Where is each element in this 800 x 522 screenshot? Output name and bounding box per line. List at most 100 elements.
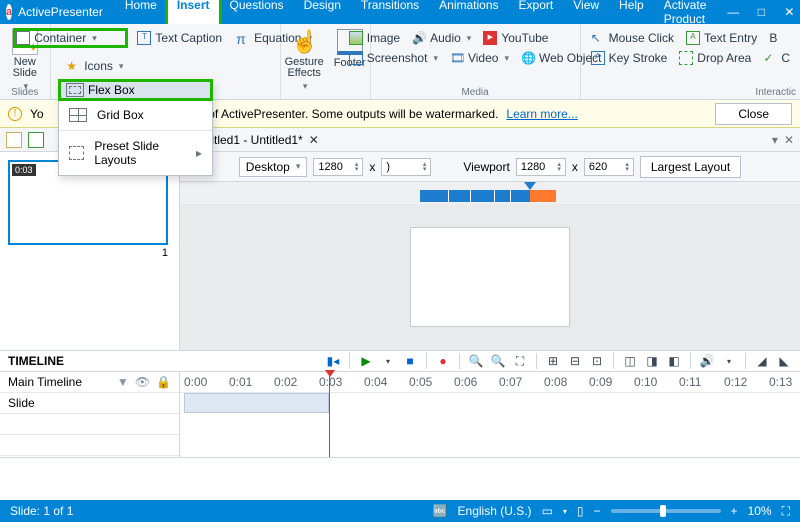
- tl-tool-5-icon[interactable]: ◨: [644, 353, 660, 369]
- minimize-button[interactable]: —: [726, 5, 740, 19]
- youtube-button[interactable]: ▶YouTube: [479, 29, 552, 47]
- zoom-fit-icon[interactable]: ⛶: [512, 353, 528, 369]
- play-icon[interactable]: ▶: [358, 353, 374, 369]
- timeline-ruler[interactable]: 0:00 0:01 0:02 0:03 0:04 0:05 0:06 0:07 …: [180, 372, 800, 393]
- vol-menu-icon[interactable]: ▾: [721, 353, 737, 369]
- zoom-thumb[interactable]: [660, 505, 666, 517]
- zoom-value[interactable]: 10%: [748, 504, 772, 518]
- tl-tool-4-icon[interactable]: ◫: [622, 353, 638, 369]
- close-window-button[interactable]: ✕: [782, 5, 796, 19]
- breakpoint-ruler[interactable]: [180, 182, 800, 204]
- maximize-button[interactable]: □: [754, 5, 768, 19]
- b-button[interactable]: B: [765, 29, 781, 47]
- pi-icon: π: [236, 31, 250, 45]
- app-logo-icon: a: [6, 4, 12, 20]
- video-button[interactable]: 🎞Video: [446, 49, 513, 67]
- panel-close-icon[interactable]: ✕: [784, 133, 794, 147]
- zoom-out-btn[interactable]: −: [594, 504, 601, 518]
- record-icon[interactable]: ●: [435, 353, 451, 369]
- slides-section-label: Slides: [0, 87, 50, 98]
- info-text: on of ActivePresenter. Some outputs will…: [192, 107, 499, 121]
- volume-icon[interactable]: 🔊: [699, 353, 715, 369]
- preset-layouts-item[interactable]: Preset Slide Layouts: [59, 131, 212, 175]
- tl-tool-7-icon[interactable]: ◢: [754, 353, 770, 369]
- lock-icon[interactable]: 🔒: [156, 375, 171, 389]
- zoom-out-icon[interactable]: 🔍: [490, 353, 506, 369]
- timeline-tracks: Main Timeline ▼ 👁 🔒 Slide: [0, 372, 180, 457]
- fit-screen-icon[interactable]: ⛶: [782, 504, 790, 519]
- device-select[interactable]: Desktop: [239, 157, 308, 177]
- work-area: 0:03 1 Desktop ▴▾ x ▴▾ Viewport ▴▾ x ▴▾ …: [0, 152, 800, 350]
- stop-icon[interactable]: ■: [402, 353, 418, 369]
- document-tab[interactable]: titled1 - Untitled1* ✕: [200, 130, 327, 150]
- skip-start-icon[interactable]: ▮◂: [325, 353, 341, 369]
- height-input[interactable]: ▴▾: [381, 158, 431, 176]
- tl-tool-6-icon[interactable]: ◧: [666, 353, 682, 369]
- zoom-in-btn[interactable]: +: [731, 504, 738, 518]
- zoom-in-icon[interactable]: 🔍: [468, 353, 484, 369]
- drop-area-icon: [679, 51, 693, 65]
- slide-track-row[interactable]: Slide: [0, 393, 179, 414]
- zoom-slider[interactable]: [611, 509, 721, 513]
- tl-tool-3-icon[interactable]: ⊡: [589, 353, 605, 369]
- c-button[interactable]: ✓C: [759, 49, 794, 67]
- slide-box[interactable]: [410, 227, 570, 327]
- layout-2-icon[interactable]: ▯: [577, 504, 584, 518]
- panel-menu-icon[interactable]: ▾: [772, 133, 778, 147]
- doc-icon-1[interactable]: [6, 132, 22, 148]
- window-controls: — □ ✕: [726, 5, 796, 19]
- viewport-label: Viewport: [463, 160, 509, 174]
- vp-height-input[interactable]: ▴▾: [584, 158, 634, 176]
- layout-menu-icon[interactable]: ▾: [563, 507, 567, 516]
- icons-button[interactable]: ★Icons: [62, 57, 127, 75]
- flex-box-item[interactable]: Flex Box: [59, 80, 212, 100]
- tl-tool-1-icon[interactable]: ⊞: [545, 353, 561, 369]
- lang-icon[interactable]: 🔤: [433, 504, 448, 518]
- media-section-label: Media: [371, 87, 580, 98]
- screenshot-button[interactable]: Screenshot: [345, 49, 442, 67]
- info-close-button[interactable]: Close: [715, 103, 792, 125]
- doc-icon-2[interactable]: [28, 132, 44, 148]
- text-entry-button[interactable]: AText Entry: [682, 29, 761, 47]
- audio-button[interactable]: 🔊Audio: [408, 29, 475, 47]
- language-label[interactable]: English (U.S.): [458, 504, 532, 518]
- timeline-body: Main Timeline ▼ 👁 🔒 Slide 0:00 0:01 0:02…: [0, 372, 800, 458]
- timeline-canvas[interactable]: 0:00 0:01 0:02 0:03 0:04 0:05 0:06 0:07 …: [180, 372, 800, 457]
- learn-more-link[interactable]: Learn more...: [506, 107, 577, 121]
- play-menu-icon[interactable]: ▾: [380, 353, 396, 369]
- app-title: ActivePresenter: [18, 5, 103, 19]
- image-icon: [349, 31, 363, 45]
- canvas[interactable]: [180, 204, 800, 350]
- gesture-effects-button[interactable]: ☝ Gesture Effects: [281, 27, 328, 94]
- drop-area-button[interactable]: Drop Area: [675, 49, 755, 67]
- ribbon: ✦ New Slide Slides Container ★Icons TTex…: [0, 24, 800, 100]
- layout-1-icon[interactable]: ▭: [542, 504, 553, 518]
- mouse-click-button[interactable]: ↖Mouse Click: [587, 29, 678, 47]
- star-icon: ★: [66, 59, 80, 73]
- chevron-down-icon[interactable]: ▼: [117, 375, 129, 389]
- tl-tool-8-icon[interactable]: ◣: [776, 353, 792, 369]
- interactions-section-label: Interactic: [581, 87, 800, 98]
- main-timeline-row[interactable]: Main Timeline ▼ 👁 🔒: [0, 372, 179, 393]
- text-caption-button[interactable]: TText Caption: [133, 29, 226, 47]
- ruler-pointer-icon[interactable]: [524, 182, 536, 190]
- close-doc-icon[interactable]: ✕: [309, 133, 319, 147]
- container-dropdown: Flex Box Grid Box Preset Slide Layouts: [58, 79, 213, 176]
- key-stroke-button[interactable]: AKey Stroke: [587, 49, 672, 67]
- tl-tool-2-icon[interactable]: ⊟: [567, 353, 583, 369]
- keystroke-icon: A: [591, 51, 605, 65]
- width-input[interactable]: ▴▾: [313, 158, 363, 176]
- image-button[interactable]: Image: [345, 29, 404, 47]
- thumb-number: 1: [8, 247, 168, 259]
- warning-icon: !: [8, 107, 22, 121]
- playhead[interactable]: [329, 372, 330, 457]
- timeline-header: TIMELINE ▮◂ ▶ ▾ ■ ● 🔍 🔍 ⛶ ⊞ ⊟ ⊡ ◫ ◨ ◧ 🔊 …: [0, 350, 800, 372]
- container-button[interactable]: Container: [14, 29, 127, 47]
- vp-width-input[interactable]: ▴▾: [516, 158, 566, 176]
- largest-layout-button[interactable]: Largest Layout: [640, 156, 741, 178]
- grid-box-item[interactable]: Grid Box: [59, 100, 212, 130]
- eye-icon[interactable]: 👁: [135, 375, 150, 389]
- slide-segment[interactable]: [184, 393, 329, 413]
- canvas-toolbar: Desktop ▴▾ x ▴▾ Viewport ▴▾ x ▴▾ Largest…: [180, 152, 800, 182]
- timeline-title: TIMELINE: [8, 354, 64, 368]
